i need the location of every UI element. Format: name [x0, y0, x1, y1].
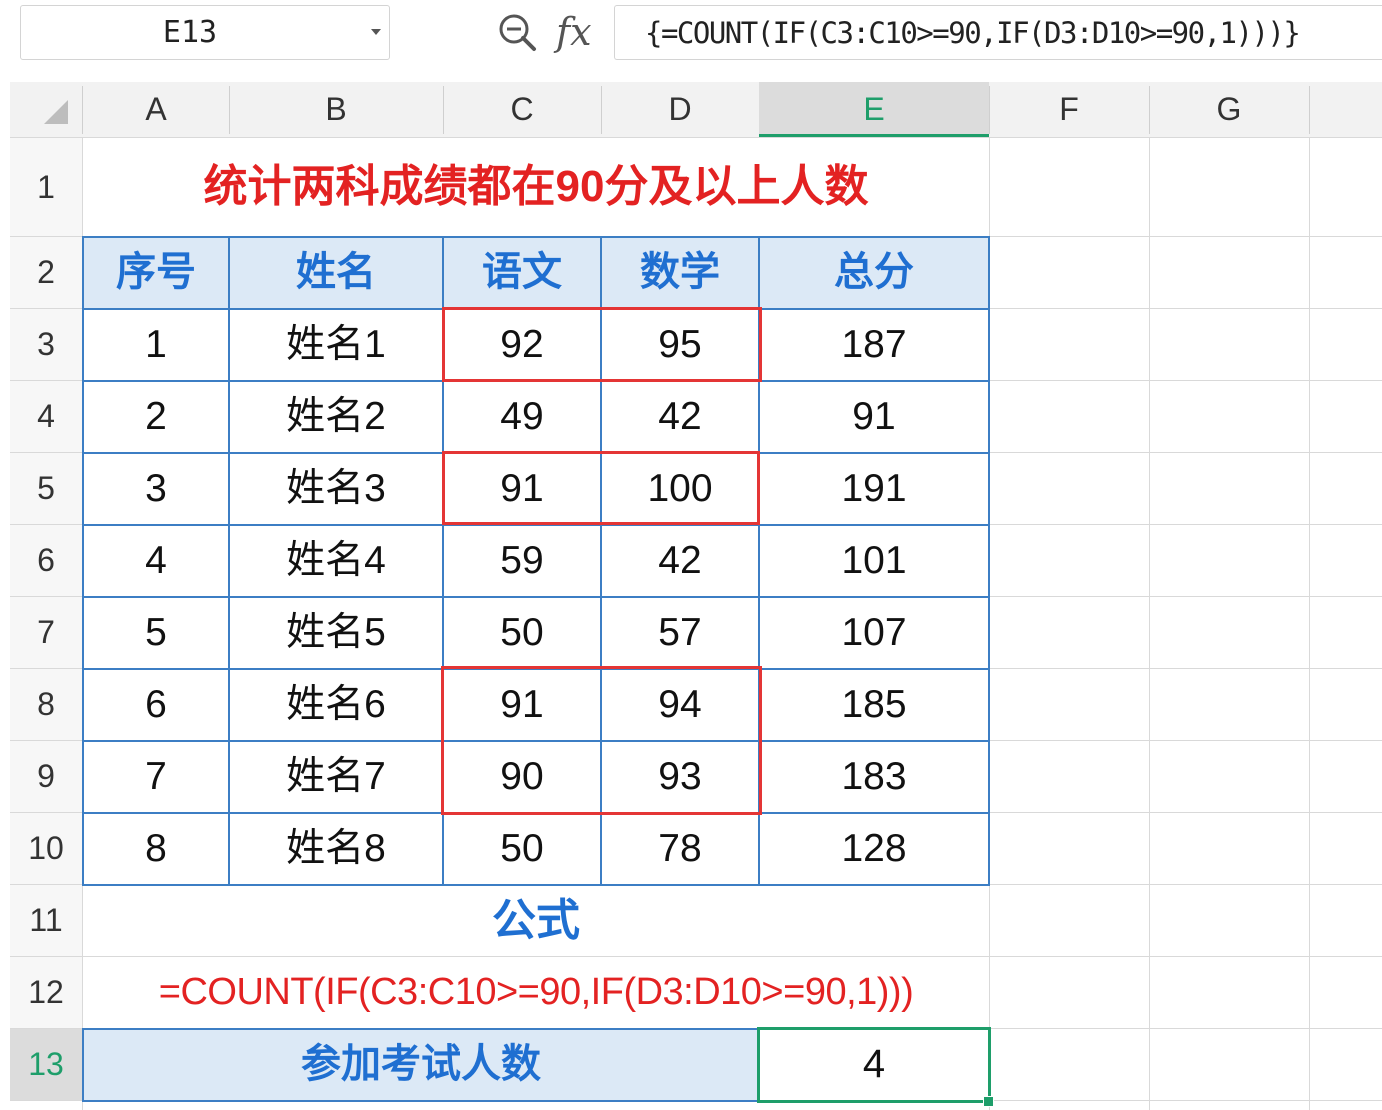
cell-index[interactable]: 7	[83, 741, 229, 812]
cell-index[interactable]: 5	[83, 597, 229, 668]
header-cell-math[interactable]: 数学	[601, 237, 759, 308]
cell-index[interactable]: 2	[83, 381, 229, 452]
cell-total[interactable]: 187	[759, 309, 989, 380]
column-header-c[interactable]: C	[443, 82, 601, 137]
cell-index[interactable]: 4	[83, 525, 229, 596]
header-cell-index[interactable]: 序号	[83, 237, 229, 308]
cell-index[interactable]: 6	[83, 669, 229, 740]
dropdown-arrow-icon[interactable]	[362, 5, 390, 60]
select-all-icon[interactable]	[42, 98, 70, 126]
cell-name[interactable]: 姓名7	[229, 741, 443, 812]
row-header-13[interactable]: 13	[10, 1029, 82, 1100]
zoom-icon[interactable]	[495, 10, 539, 54]
cell-total[interactable]: 128	[759, 813, 989, 884]
column-header-g[interactable]: G	[1149, 82, 1309, 137]
cell-name[interactable]: 姓名5	[229, 597, 443, 668]
cell-name[interactable]: 姓名6	[229, 669, 443, 740]
cell-total[interactable]: 183	[759, 741, 989, 812]
row-header-3[interactable]: 3	[10, 309, 82, 380]
row-header-2[interactable]: 2	[10, 237, 82, 308]
column-header-e[interactable]: E	[759, 82, 989, 137]
row-header-9[interactable]: 9	[10, 741, 82, 812]
row-header-8[interactable]: 8	[10, 669, 82, 740]
cell-chinese[interactable]: 49	[443, 381, 601, 452]
cell-total[interactable]: 101	[759, 525, 989, 596]
row-header-11[interactable]: 11	[10, 885, 82, 956]
column-header-d[interactable]: D	[601, 82, 759, 137]
row-header-1[interactable]: 1	[10, 138, 82, 236]
fill-handle[interactable]	[983, 1096, 994, 1107]
cell-total[interactable]: 107	[759, 597, 989, 668]
row-header-6[interactable]: 6	[10, 525, 82, 596]
cell-total[interactable]: 191	[759, 453, 989, 524]
result-label[interactable]: 参加考试人数	[83, 1029, 759, 1100]
column-header-a[interactable]: A	[83, 82, 229, 137]
cell-name[interactable]: 姓名1	[229, 309, 443, 380]
highlight-box-row3	[442, 307, 762, 382]
name-box-value[interactable]: E13	[20, 5, 360, 60]
cell-chinese[interactable]: 59	[443, 525, 601, 596]
cell-chinese[interactable]: 50	[443, 813, 601, 884]
cell-math[interactable]: 57	[601, 597, 759, 668]
cell-math[interactable]: 42	[601, 381, 759, 452]
formula-label[interactable]: 公式	[83, 885, 989, 956]
row-header-5[interactable]: 5	[10, 453, 82, 524]
column-header-f[interactable]: F	[989, 82, 1149, 137]
cell-math[interactable]: 78	[601, 813, 759, 884]
cell-index[interactable]: 1	[83, 309, 229, 380]
cell-total[interactable]: 91	[759, 381, 989, 452]
cell-name[interactable]: 姓名2	[229, 381, 443, 452]
row-header-10[interactable]: 10	[10, 813, 82, 884]
header-cell-chinese[interactable]: 语文	[443, 237, 601, 308]
cell-index[interactable]: 8	[83, 813, 229, 884]
header-cell-name[interactable]: 姓名	[229, 237, 443, 308]
cell-name[interactable]: 姓名4	[229, 525, 443, 596]
cell-math[interactable]: 42	[601, 525, 759, 596]
formula-input[interactable]: {=COUNT(IF(C3:C10>=90,IF(D3:D10>=90,1)))…	[614, 5, 1382, 60]
cell-name[interactable]: 姓名3	[229, 453, 443, 524]
highlight-box-row8-9	[441, 666, 762, 815]
cell-name[interactable]: 姓名8	[229, 813, 443, 884]
header-cell-total[interactable]: 总分	[759, 237, 989, 308]
column-header-b[interactable]: B	[229, 82, 443, 137]
fx-icon[interactable]: fx	[556, 4, 604, 60]
formula-text[interactable]: =COUNT(IF(C3:C10>=90,IF(D3:D10>=90,1)))	[83, 957, 989, 1028]
row-header-4[interactable]: 4	[10, 381, 82, 452]
active-cell-selection[interactable]	[757, 1027, 991, 1103]
row-header-12[interactable]: 12	[10, 957, 82, 1028]
row-header-7[interactable]: 7	[10, 597, 82, 668]
cell-index[interactable]: 3	[83, 453, 229, 524]
cell-total[interactable]: 185	[759, 669, 989, 740]
highlight-box-row5	[442, 451, 760, 525]
cell-chinese[interactable]: 50	[443, 597, 601, 668]
sheet-title[interactable]: 统计两科成绩都在90分及以上人数	[83, 138, 989, 236]
